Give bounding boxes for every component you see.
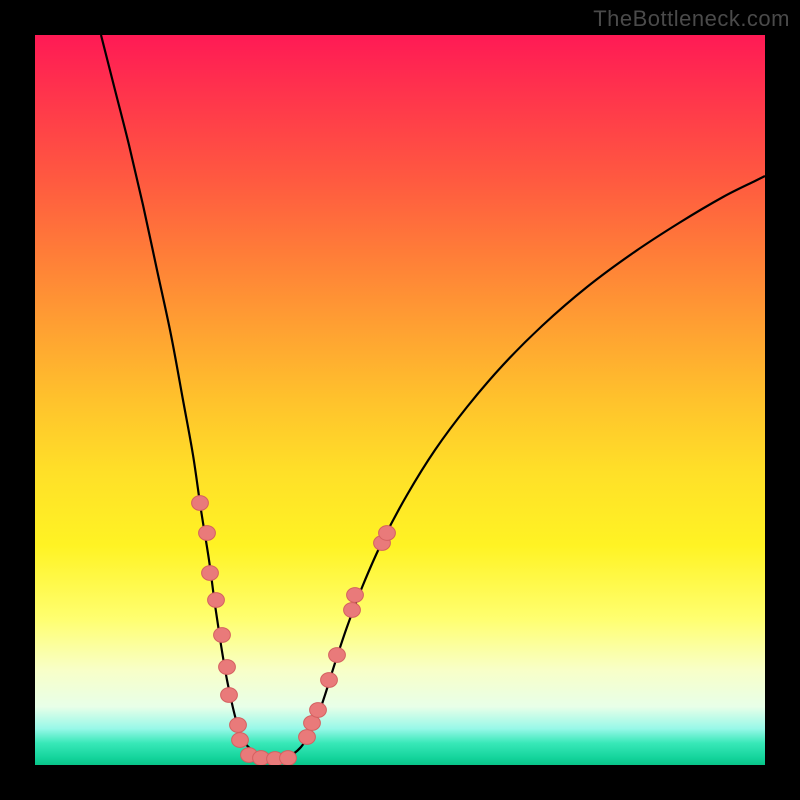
dot bbox=[192, 496, 209, 511]
dot bbox=[208, 593, 225, 608]
watermark-text: TheBottleneck.com bbox=[593, 6, 790, 32]
dot bbox=[267, 752, 284, 765]
dot bbox=[304, 716, 321, 731]
curve-right-curve bbox=[271, 176, 765, 760]
dot bbox=[310, 703, 327, 718]
dot bbox=[374, 536, 391, 551]
dot bbox=[214, 628, 231, 643]
dot bbox=[221, 688, 238, 703]
dot bbox=[344, 603, 361, 618]
dot bbox=[199, 526, 216, 541]
dot bbox=[241, 748, 258, 763]
curve-lines bbox=[101, 35, 765, 760]
chart-container: TheBottleneck.com bbox=[0, 0, 800, 800]
chart-svg bbox=[35, 35, 765, 765]
dot bbox=[347, 588, 364, 603]
dot bbox=[230, 718, 247, 733]
scatter-dots bbox=[192, 496, 396, 765]
dot bbox=[219, 660, 236, 675]
dot bbox=[202, 566, 219, 581]
dot bbox=[321, 673, 338, 688]
dot bbox=[379, 526, 396, 541]
dot bbox=[299, 730, 316, 745]
plot-area bbox=[35, 35, 765, 765]
dot bbox=[232, 733, 249, 748]
dot bbox=[280, 751, 297, 765]
dot bbox=[329, 648, 346, 663]
dot bbox=[253, 751, 270, 765]
curve-left-curve bbox=[101, 35, 271, 760]
